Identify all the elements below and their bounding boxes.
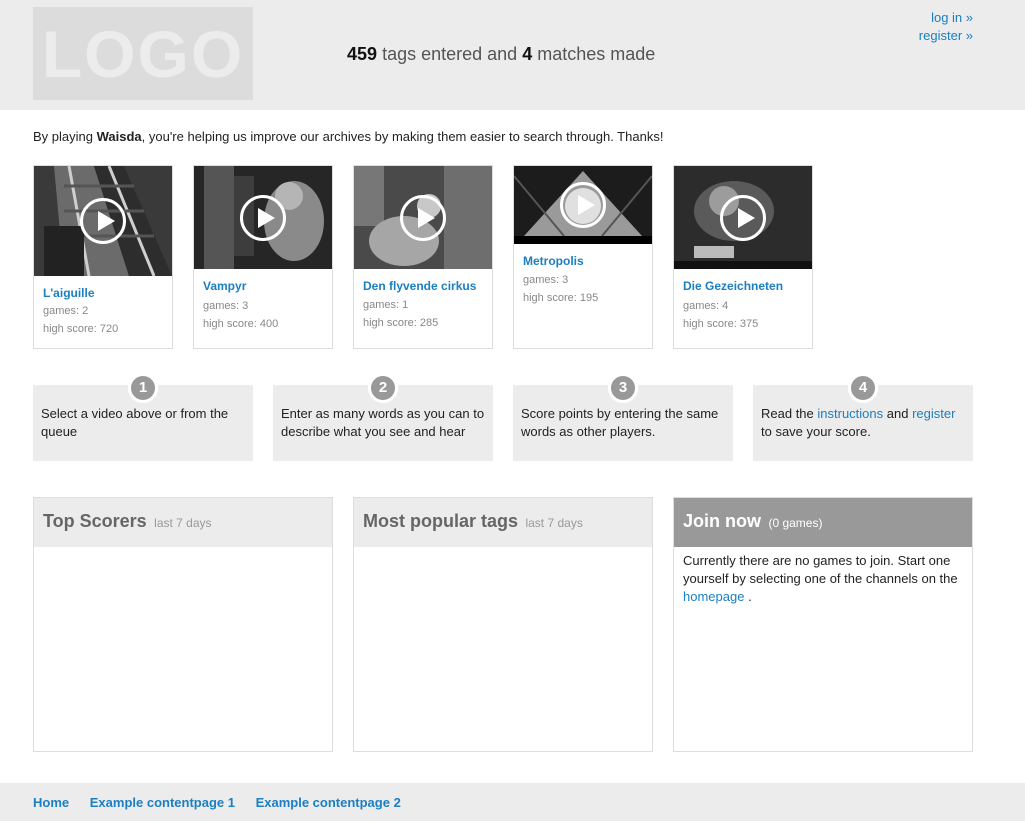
step-1: 1 Select a video above or from the queue bbox=[33, 373, 253, 461]
step-text: Select a video above or from the queue bbox=[41, 406, 229, 439]
video-card[interactable]: L'aiguille games: 2 high score: 720 bbox=[33, 165, 173, 349]
register-link[interactable]: register » bbox=[919, 27, 973, 45]
tags-label: tags entered and bbox=[382, 44, 518, 64]
top-scorers-panel: Top Scorers last 7 days bbox=[33, 497, 333, 752]
video-title[interactable]: Den flyvende cirkus bbox=[354, 279, 492, 293]
panel-header: Join now (0 games) bbox=[674, 498, 972, 547]
intro-suffix: , you're helping us improve our archives… bbox=[141, 129, 664, 144]
video-high-score: high score: 285 bbox=[363, 317, 439, 329]
step-number: 1 bbox=[128, 373, 158, 403]
popular-tags-panel: Most popular tags last 7 days bbox=[353, 497, 653, 752]
step-text-mid: and bbox=[886, 406, 909, 421]
video-high-score: high score: 375 bbox=[683, 318, 759, 330]
join-now-panel: Join now (0 games) Currently there are n… bbox=[673, 497, 973, 752]
step-number: 4 bbox=[848, 373, 878, 403]
auth-links: log in » register » bbox=[919, 9, 973, 45]
step-number: 2 bbox=[368, 373, 398, 403]
login-link[interactable]: log in » bbox=[919, 9, 973, 27]
video-high-score: high score: 195 bbox=[523, 292, 599, 304]
video-thumbnail[interactable] bbox=[674, 166, 812, 269]
step-text-before: Read the bbox=[761, 406, 814, 421]
homepage-link[interactable]: homepage bbox=[683, 589, 744, 604]
video-title[interactable]: Metropolis bbox=[514, 254, 652, 268]
panel-body bbox=[34, 547, 332, 557]
panel-title: Top Scorers bbox=[43, 511, 147, 531]
play-circle-icon[interactable] bbox=[80, 198, 126, 244]
video-games: games: 3 bbox=[203, 300, 249, 312]
play-circle-icon[interactable] bbox=[400, 194, 446, 241]
register-link-inline[interactable]: register bbox=[912, 406, 955, 421]
intro-prefix: By playing bbox=[33, 129, 93, 144]
video-card[interactable]: Metropolis games: 3 high score: 195 bbox=[513, 165, 653, 349]
video-high-score: high score: 400 bbox=[203, 318, 279, 330]
panel-body bbox=[354, 547, 652, 557]
video-games: games: 1 bbox=[363, 299, 409, 311]
join-text-end: . bbox=[748, 589, 752, 604]
panel-header: Top Scorers last 7 days bbox=[34, 498, 332, 547]
video-title[interactable]: Vampyr bbox=[194, 279, 332, 293]
stats-summary: 459 tags entered and 4 matches made bbox=[347, 44, 655, 65]
panel-subtitle: last 7 days bbox=[154, 516, 212, 530]
panel-header: Most popular tags last 7 days bbox=[354, 498, 652, 547]
step-number: 3 bbox=[608, 373, 638, 403]
step-2: 2 Enter as many words as you can to desc… bbox=[273, 373, 493, 461]
panel-subtitle: last 7 days bbox=[525, 516, 583, 530]
step-4: 4 Read the instructions and register to … bbox=[753, 373, 973, 461]
video-card[interactable]: Den flyvende cirkus games: 1 high score:… bbox=[353, 165, 493, 349]
footer-link-contentpage-2[interactable]: Example contentpage 2 bbox=[256, 795, 401, 810]
video-title[interactable]: L'aiguille bbox=[34, 286, 172, 300]
play-circle-icon[interactable] bbox=[240, 194, 286, 241]
play-circle-icon[interactable] bbox=[720, 194, 766, 241]
video-card[interactable]: Vampyr games: 3 high score: 400 bbox=[193, 165, 333, 349]
footer-link-home[interactable]: Home bbox=[33, 795, 69, 810]
matches-count: 4 bbox=[522, 44, 533, 64]
video-games: games: 4 bbox=[683, 300, 729, 312]
video-thumbnail[interactable] bbox=[194, 166, 332, 269]
step-text: Score points by entering the same words … bbox=[521, 406, 719, 439]
video-games: games: 3 bbox=[523, 274, 569, 286]
intro-brand: Waisda bbox=[96, 129, 142, 144]
logo[interactable]: LOGO bbox=[33, 7, 253, 100]
panel-title: Most popular tags bbox=[363, 511, 519, 531]
footer: Home Example contentpage 1 Example conte… bbox=[0, 783, 1025, 821]
video-games: games: 2 bbox=[43, 305, 89, 317]
panel-subtitle: (0 games) bbox=[768, 516, 823, 530]
video-high-score: high score: 720 bbox=[43, 323, 119, 335]
panel-body: Currently there are no games to join. St… bbox=[674, 547, 972, 611]
join-text: Currently there are no games to join. St… bbox=[683, 553, 958, 586]
instructions-link[interactable]: instructions bbox=[817, 406, 883, 421]
step-text-after: to save your score. bbox=[761, 424, 871, 439]
video-thumbnail[interactable] bbox=[34, 166, 172, 276]
header: LOGO 459 tags entered and 4 matches made… bbox=[0, 0, 1025, 110]
tags-count: 459 bbox=[347, 44, 378, 64]
video-card[interactable]: Die Gezeichneten games: 4 high score: 37… bbox=[673, 165, 813, 349]
footer-link-contentpage-1[interactable]: Example contentpage 1 bbox=[90, 795, 235, 810]
video-thumbnail[interactable] bbox=[354, 166, 492, 269]
video-thumbnail[interactable] bbox=[514, 166, 652, 244]
panel-title: Join now bbox=[683, 511, 761, 531]
video-title[interactable]: Die Gezeichneten bbox=[674, 279, 812, 293]
step-text: Enter as many words as you can to descri… bbox=[281, 406, 485, 439]
intro-text: By playing Waisda, you're helping us imp… bbox=[33, 129, 663, 144]
matches-label: matches made bbox=[537, 44, 656, 64]
play-circle-icon[interactable] bbox=[560, 182, 606, 228]
step-3: 3 Score points by entering the same word… bbox=[513, 373, 733, 461]
